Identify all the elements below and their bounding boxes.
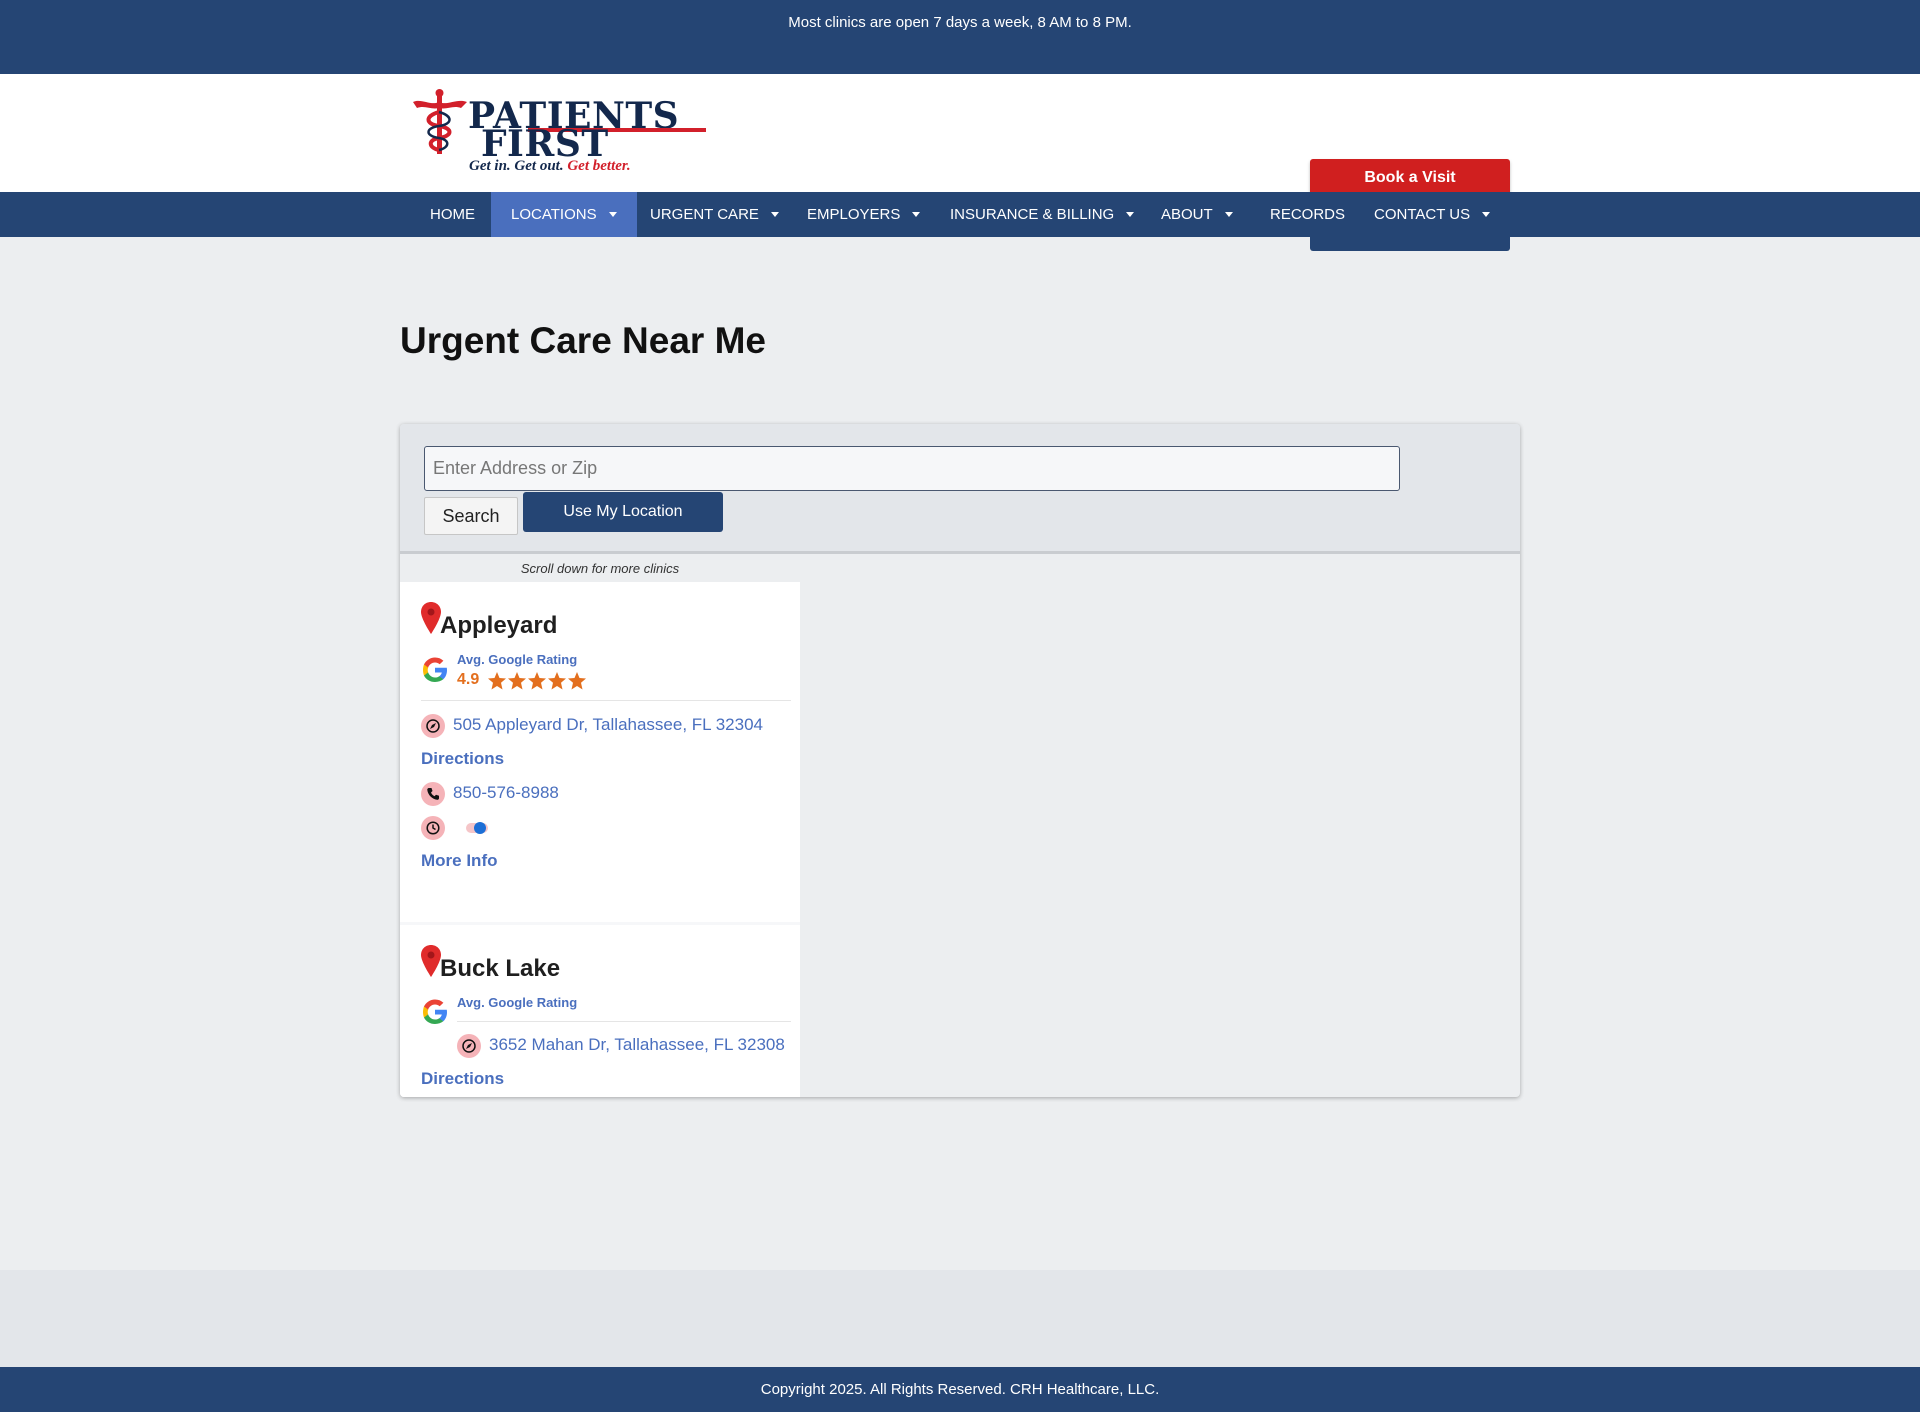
directions-link[interactable]: Directions	[421, 749, 504, 769]
tagline-part2: Get better.	[567, 158, 631, 174]
clinic-list[interactable]: Appleyard Avg. Google Rating 4.9 505 App…	[400, 582, 800, 1097]
rating-value: 4.9	[457, 671, 480, 688]
card-divider	[421, 700, 791, 701]
page-title: Urgent Care Near Me	[400, 320, 767, 361]
nav-label: About	[1161, 206, 1213, 223]
nav-label: Records	[1270, 206, 1346, 223]
nav-label: Urgent Care	[650, 206, 759, 223]
more-info-link[interactable]: More Info	[421, 851, 498, 871]
nav-item-employers[interactable]: Employers	[787, 192, 940, 237]
nav-item-contact-us[interactable]: Contact Us	[1354, 192, 1510, 237]
clock-icon	[421, 816, 445, 840]
card-divider	[457, 1021, 791, 1022]
caret-down-icon	[1126, 211, 1135, 217]
nav-label: Contact Us	[1374, 206, 1471, 223]
nav-item-insurance-billing[interactable]: Insurance & Billing	[930, 192, 1154, 237]
logo-wordmark-line2: FIRST	[481, 123, 609, 165]
clinic-name[interactable]: Buck Lake	[440, 955, 560, 983]
clinic-card-buck-lake: Buck Lake Avg. Google Rating 3652 Mahan …	[400, 925, 800, 1097]
logo-tagline: Get in. Get out. Get better.	[469, 158, 631, 175]
store-locator: Search Use My Location Scroll down for m…	[400, 424, 1520, 1097]
hours-toggle[interactable]	[466, 822, 488, 834]
use-my-location-button[interactable]: Use My Location	[523, 492, 723, 532]
map-pin-icon	[421, 945, 441, 977]
toggle-knob	[474, 822, 486, 834]
rating-label: Avg. Google Rating	[457, 995, 578, 1010]
rating-label: Avg. Google Rating	[457, 652, 578, 667]
google-g-icon	[423, 999, 447, 1024]
caret-down-icon	[1224, 211, 1233, 217]
site-footer: Copyright 2025. All Rights Reserved. CRH…	[0, 1367, 1920, 1412]
nav-item-locations[interactable]: Locations	[491, 192, 637, 237]
nav-label: Employers	[807, 206, 901, 223]
nav-item-records[interactable]: Records	[1250, 192, 1365, 237]
announcement-text: Most clinics are open 7 days a week, 8 A…	[788, 14, 1132, 31]
clinic-name[interactable]: Appleyard	[440, 612, 557, 640]
google-g-icon	[423, 657, 447, 682]
clinic-card-appleyard: Appleyard Avg. Google Rating 4.9 505 App…	[400, 582, 800, 922]
nav-label: Insurance & Billing	[950, 206, 1115, 223]
nav-label: Locations	[511, 206, 597, 223]
tagline-part1: Get in. Get out.	[469, 158, 568, 174]
caduceus-icon	[413, 89, 467, 154]
search-panel: Search Use My Location	[400, 424, 1520, 554]
caret-down-icon	[608, 211, 617, 217]
scroll-hint: Scroll down for more clinics	[520, 561, 680, 576]
clinic-address-link[interactable]: 3652 Mahan Dr, Tallahassee, FL 32308	[489, 1035, 785, 1055]
directions-link[interactable]: Directions	[421, 1069, 504, 1089]
patients-first-logo[interactable]: PATIENTS FIRST Get in. Get out. Get bett…	[411, 88, 711, 178]
clinic-address-link[interactable]: 505 Appleyard Dr, Tallahassee, FL 32304	[453, 715, 763, 735]
clinic-phone-link[interactable]: 850-576-8988	[453, 783, 559, 803]
star-rating-icon	[488, 672, 586, 690]
copyright-text: Copyright 2025. All Rights Reserved. CRH…	[760, 1381, 1160, 1398]
nav-item-urgent-care[interactable]: Urgent Care	[630, 192, 799, 237]
phone-icon	[421, 782, 445, 806]
compass-icon	[421, 714, 445, 738]
caret-down-icon	[1482, 211, 1491, 217]
announcement-bar: Most clinics are open 7 days a week, 8 A…	[0, 0, 1920, 74]
site-header: PATIENTS FIRST Get in. Get out. Get bett…	[0, 74, 1920, 251]
main-nav: Home Locations Urgent Care Employers Ins…	[0, 192, 1920, 237]
search-button[interactable]: Search	[424, 497, 518, 535]
compass-icon	[457, 1034, 481, 1058]
footer-band	[0, 1270, 1920, 1367]
nav-label: Home	[430, 206, 475, 223]
address-search-input[interactable]	[424, 446, 1400, 491]
nav-item-home[interactable]: Home	[410, 192, 495, 237]
map-pin-icon	[421, 602, 441, 634]
caret-down-icon	[770, 211, 779, 217]
caret-down-icon	[912, 211, 921, 217]
nav-item-about[interactable]: About	[1141, 192, 1253, 237]
